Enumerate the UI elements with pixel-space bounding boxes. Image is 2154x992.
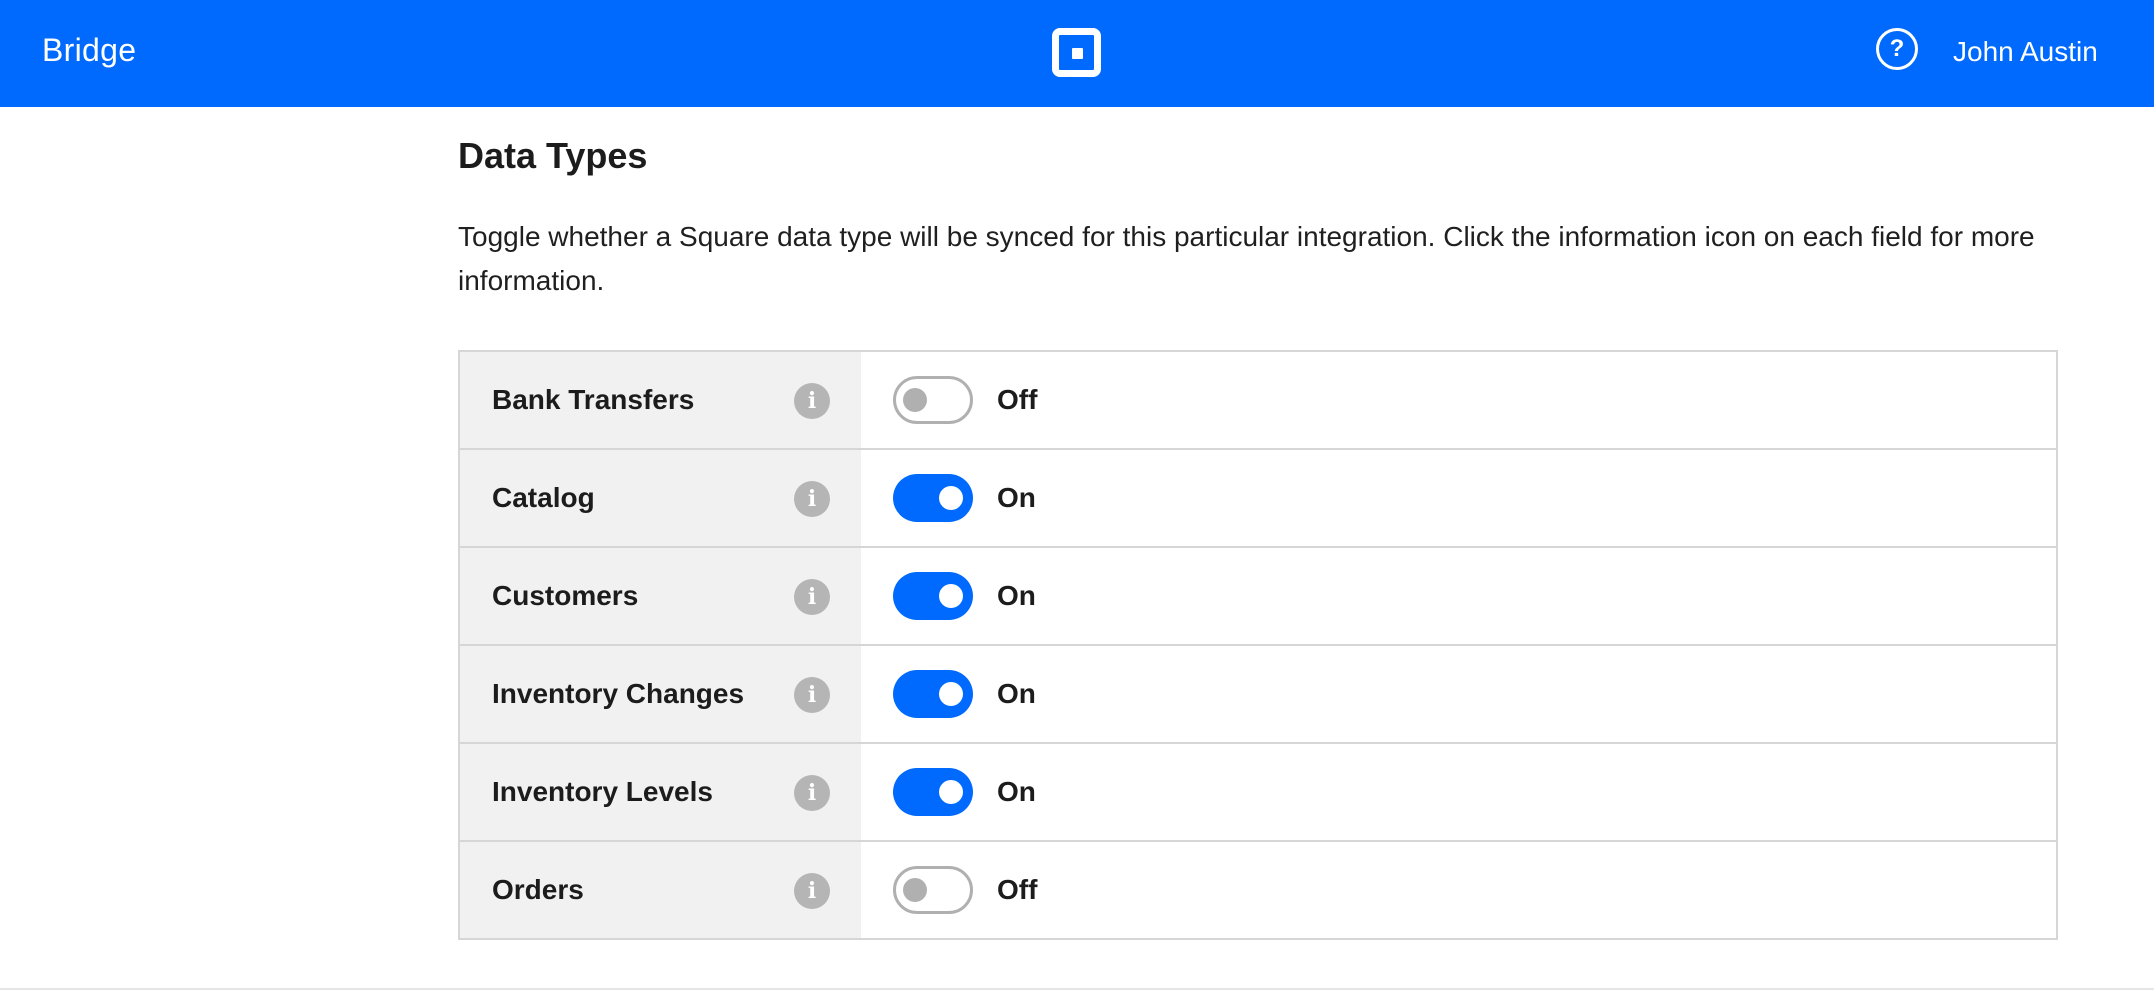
toggle-knob	[903, 387, 927, 412]
type-label: Inventory Levels	[492, 776, 713, 807]
type-toggle-cell: On	[861, 744, 2056, 840]
info-icon[interactable]: i	[794, 383, 830, 419]
table-row: Bank Transfers i Off	[460, 352, 2056, 450]
type-label-cell: Orders i	[460, 842, 861, 938]
toggle-switch[interactable]	[893, 866, 973, 914]
type-label-cell: Customers i	[460, 548, 861, 644]
info-icon[interactable]: i	[794, 579, 830, 615]
type-label: Customers	[492, 580, 639, 611]
info-icon[interactable]: i	[794, 677, 830, 713]
type-label-cell: Catalog i	[460, 450, 861, 546]
toggle-switch[interactable]	[893, 572, 973, 620]
type-toggle-cell: On	[861, 548, 2056, 644]
type-label: Bank Transfers	[492, 384, 695, 415]
table-row: Inventory Changes i On	[460, 646, 2056, 744]
toggle-knob	[939, 780, 963, 804]
square-logo-inner	[1072, 48, 1083, 59]
type-label: Inventory Changes	[492, 678, 745, 709]
info-icon[interactable]: i	[794, 775, 830, 811]
toggle-state-label: On	[997, 678, 1036, 709]
section-description: Toggle whether a Square data type will b…	[458, 221, 2035, 296]
toggle-switch[interactable]	[893, 768, 973, 816]
type-label-cell: Bank Transfers i	[460, 352, 861, 448]
toggle-switch[interactable]	[893, 670, 973, 718]
toggle-state-label: Off	[997, 874, 1038, 905]
toggle-switch[interactable]	[893, 376, 973, 424]
type-toggle-cell: On	[861, 450, 2056, 546]
type-toggle-cell: Off	[861, 352, 2056, 448]
type-label: Orders	[492, 874, 584, 905]
page-title: Data Types	[458, 135, 648, 176]
help-circle-icon[interactable]: ?	[1876, 28, 1918, 70]
user-menu[interactable]: John Austin	[1953, 36, 2098, 68]
type-toggle-cell: Off	[861, 842, 2056, 938]
type-toggle-cell: On	[861, 646, 2056, 742]
data-types-table: Bank Transfers i Off Catalog i On Custom…	[458, 350, 2058, 940]
table-row: Inventory Levels i On	[460, 744, 2056, 842]
top-bar: Bridge ? John Austin	[0, 0, 2154, 107]
toggle-knob	[939, 486, 963, 510]
toggle-state-label: On	[997, 776, 1036, 807]
toggle-state-label: On	[997, 580, 1036, 611]
table-row: Orders i Off	[460, 842, 2056, 938]
type-label: Catalog	[492, 482, 595, 513]
type-label-cell: Inventory Levels i	[460, 744, 861, 840]
square-logo-icon[interactable]	[1052, 28, 1101, 77]
info-icon[interactable]: i	[794, 873, 830, 909]
toggle-state-label: Off	[997, 384, 1038, 415]
info-icon[interactable]: i	[794, 481, 830, 517]
table-row: Catalog i On	[460, 450, 2056, 548]
table-row: Customers i On	[460, 548, 2056, 646]
type-label-cell: Inventory Changes i	[460, 646, 861, 742]
toggle-state-label: On	[997, 482, 1036, 513]
toggle-knob	[939, 682, 963, 706]
toggle-knob	[939, 584, 963, 608]
toggle-switch[interactable]	[893, 474, 973, 522]
toggle-knob	[903, 877, 927, 902]
divider	[0, 988, 2154, 990]
app-name[interactable]: Bridge	[42, 32, 136, 69]
